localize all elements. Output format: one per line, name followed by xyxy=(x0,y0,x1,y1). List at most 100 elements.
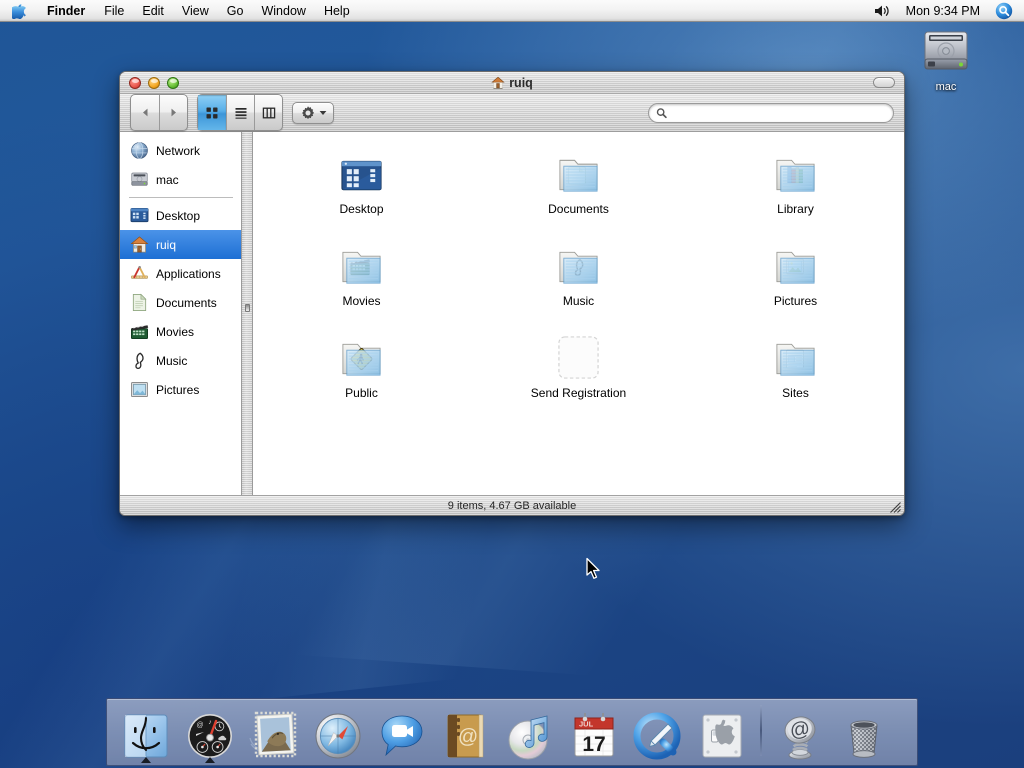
status-text: 9 items, 4.67 GB available xyxy=(447,499,577,512)
sidebar-item-mac[interactable]: mac xyxy=(120,165,241,194)
window-toolbar xyxy=(120,94,904,132)
ical-icon: JUL 17 xyxy=(574,713,614,757)
menu-edit[interactable]: Edit xyxy=(133,0,173,21)
forward-button[interactable] xyxy=(159,95,187,130)
at-sign-spring-icon: @ xyxy=(784,716,816,760)
file-item[interactable]: Public xyxy=(253,324,470,416)
music-icon xyxy=(135,352,144,370)
file-browser-content[interactable]: Desktop Documents Library Movies Music P… xyxy=(253,132,904,495)
apple-menu-button[interactable] xyxy=(0,0,37,21)
dock-item-dashboard[interactable]: @ ♪ xyxy=(179,700,241,763)
dock-item-finder[interactable] xyxy=(115,700,177,763)
file-label: Movies xyxy=(342,294,381,308)
view-list-button[interactable] xyxy=(226,95,254,130)
zoom-button[interactable] xyxy=(167,76,179,89)
chevron-left-icon xyxy=(142,108,147,117)
navigation-buttons xyxy=(130,94,188,131)
menu-window[interactable]: Window xyxy=(252,0,314,21)
finder-window[interactable]: ruiq Network mac Desktop ruiq Applicatio… xyxy=(119,71,905,516)
file-item[interactable]: Sites xyxy=(687,324,904,416)
desktop-hard-drive[interactable]: mac xyxy=(910,26,982,93)
sidebar-item-music[interactable]: Music xyxy=(120,346,241,375)
search-field[interactable] xyxy=(648,102,894,123)
sidebar-item-applications[interactable]: Applications xyxy=(120,259,241,288)
file-item[interactable]: Movies xyxy=(253,232,470,324)
file-item[interactable]: Music xyxy=(470,232,687,324)
ichat-bubble-icon xyxy=(381,715,423,757)
sidebar-label: Pictures xyxy=(156,382,200,397)
view-column-button[interactable] xyxy=(254,95,282,130)
sidebar-item-network[interactable]: Network xyxy=(120,136,241,165)
hard-drive-icon xyxy=(924,31,968,70)
sidebar-item-movies[interactable]: Movies xyxy=(120,317,241,346)
menu-help[interactable]: Help xyxy=(315,0,359,21)
sidebar-splitter[interactable] xyxy=(241,132,253,495)
dock-item-trash[interactable] xyxy=(833,700,895,762)
dock-item-ical[interactable]: JUL 17 xyxy=(563,700,625,762)
sidebar-item-desktop[interactable]: Desktop xyxy=(120,201,241,230)
network-globe-icon xyxy=(131,142,148,159)
menu-view[interactable]: View xyxy=(173,0,218,21)
toolbar-toggle-button[interactable] xyxy=(873,77,895,88)
menu-finder[interactable]: Finder xyxy=(37,0,95,21)
desktop[interactable]: Finder File Edit View Go Window Help Mon… xyxy=(0,0,1024,768)
sidebar-divider xyxy=(129,197,233,198)
dock-item-ichat[interactable] xyxy=(371,700,433,762)
splitter-grip[interactable] xyxy=(245,304,250,312)
desktop-folder-icon xyxy=(338,146,385,196)
gear-icon xyxy=(301,105,315,119)
sidebar-label: Network xyxy=(156,143,201,158)
sidebar-item-pictures[interactable]: Pictures xyxy=(120,375,241,404)
menu-go[interactable]: Go xyxy=(218,0,253,21)
hard-drive-icon xyxy=(131,172,148,186)
file-item[interactable]: Library xyxy=(687,140,904,232)
back-button[interactable] xyxy=(131,95,159,130)
ical-day: 17 xyxy=(582,733,605,756)
close-button[interactable] xyxy=(129,76,141,89)
spotlight-menu-item[interactable] xyxy=(990,2,1018,20)
file-item[interactable]: Documents xyxy=(470,140,687,232)
movies-folder-icon xyxy=(338,238,385,288)
dock-item-system-preferences[interactable] xyxy=(691,700,753,762)
icon-grid: Desktop Documents Library Movies Music P… xyxy=(253,140,904,416)
file-item[interactable]: Send Registration xyxy=(470,324,687,416)
menu-file[interactable]: File xyxy=(95,0,133,21)
window-titlebar[interactable]: ruiq xyxy=(120,72,904,94)
svg-text:@: @ xyxy=(196,722,203,729)
dock-item-mail[interactable] xyxy=(243,700,305,762)
search-input[interactable] xyxy=(671,106,886,119)
view-icon-button[interactable] xyxy=(198,95,226,130)
grid-view-icon xyxy=(206,107,218,118)
sidebar-label: Applications xyxy=(156,266,221,281)
dock-item-quicktime[interactable] xyxy=(627,700,689,762)
volume-menu-item[interactable] xyxy=(869,4,896,18)
safari-compass-icon xyxy=(315,713,361,759)
quicktime-icon xyxy=(633,712,681,760)
dock: @ ♪ @ JUL 17 @ xyxy=(106,698,918,766)
itunes-icon xyxy=(508,715,548,760)
window-title-text: ruiq xyxy=(509,75,533,90)
chevron-right-icon xyxy=(171,108,176,117)
dock-item-safari[interactable] xyxy=(307,700,369,762)
dock-item-mail-stack[interactable]: @ xyxy=(769,700,831,762)
apple-logo-icon xyxy=(12,3,26,19)
file-label: Pictures xyxy=(773,294,818,308)
sidebar[interactable]: Network mac Desktop ruiq Applications Do… xyxy=(120,132,241,495)
sidebar-item-ruiq[interactable]: ruiq xyxy=(120,230,241,259)
minimize-button[interactable] xyxy=(148,76,160,89)
view-mode-buttons xyxy=(197,94,283,131)
menubar-clock[interactable]: Mon 9:34 PM xyxy=(898,4,988,18)
file-item[interactable]: Desktop xyxy=(253,140,470,232)
file-item[interactable]: Pictures xyxy=(687,232,904,324)
sidebar-label: Desktop xyxy=(156,208,201,223)
resize-grip[interactable] xyxy=(888,500,902,514)
speaker-icon xyxy=(874,5,889,16)
status-bar: 9 items, 4.67 GB available xyxy=(120,495,904,515)
action-menu-button[interactable] xyxy=(292,101,334,124)
sites-folder-icon xyxy=(772,330,819,380)
generic-blank-document-icon xyxy=(556,330,601,380)
file-label: Documents xyxy=(548,202,609,216)
sidebar-item-documents[interactable]: Documents xyxy=(120,288,241,317)
dock-item-itunes[interactable] xyxy=(499,700,561,762)
dock-item-address-book[interactable]: @ xyxy=(435,700,497,762)
